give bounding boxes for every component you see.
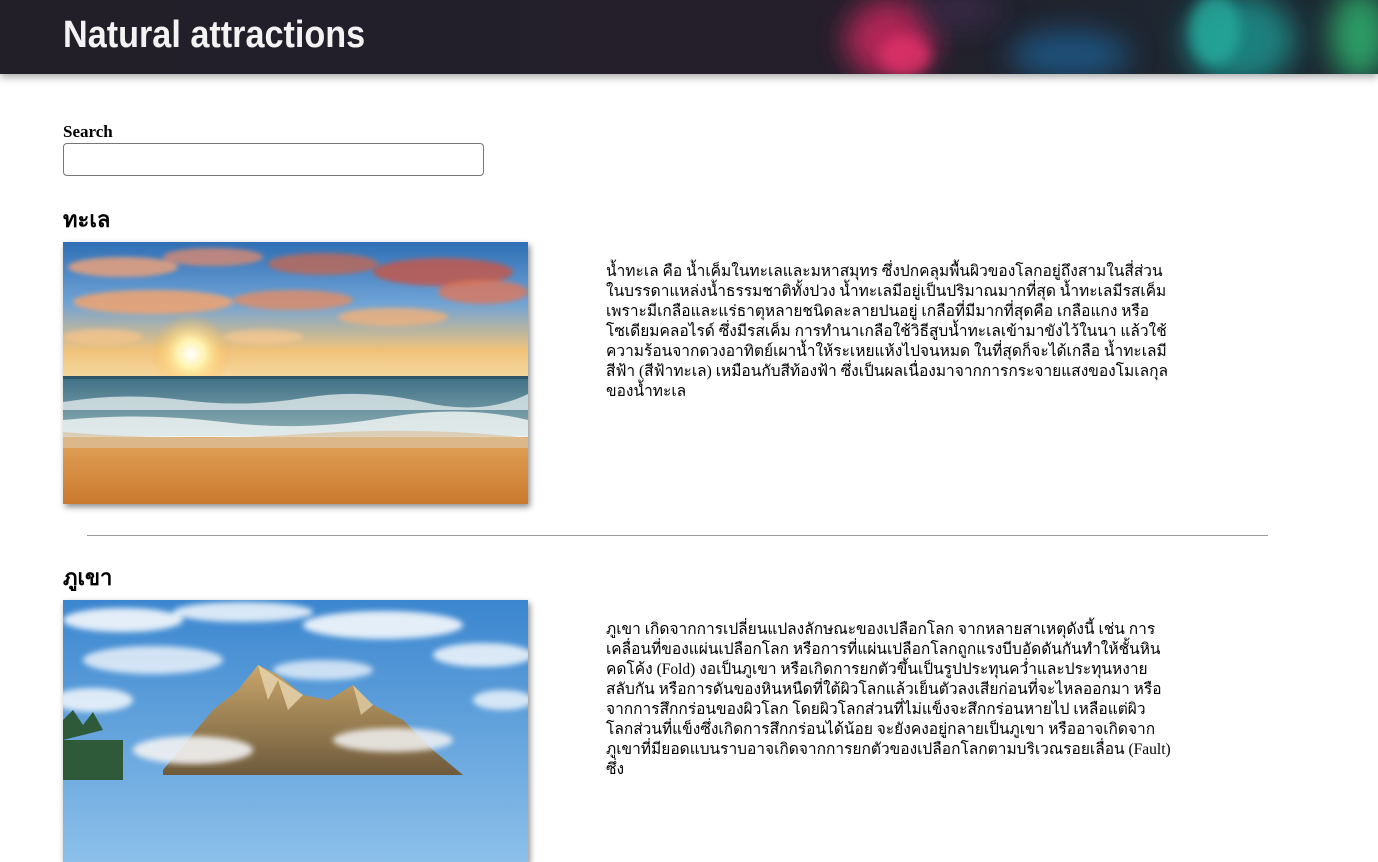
search-input[interactable] — [63, 143, 484, 176]
mountain-photo — [63, 600, 528, 862]
section-divider — [87, 535, 1268, 536]
attraction-description: น้ำทะเล คือ น้ำเค็มในทะเลและมหาสมุทร ซึ่… — [606, 263, 1168, 400]
attraction-card-mountain: ภูเขา ภูเขา เกิดจากการเปลี่ยนแปลงลักษณะข… — [63, 564, 1173, 862]
page-title: Natural attractions — [63, 14, 366, 56]
sea-photo — [63, 242, 528, 504]
attraction-description: ภูเขา เกิดจากการเปลี่ยนแปลงลักษณะของเปลื… — [606, 621, 1171, 778]
search-section: Search — [63, 122, 484, 176]
attraction-card-sea: ทะเล น้ำทะเล คือ น้ำเค็มในทะเลและมหาสมุท… — [63, 206, 1173, 516]
search-label: Search — [63, 122, 113, 141]
attraction-title: ภูเขา — [63, 566, 113, 591]
attraction-title: ทะเล — [63, 208, 111, 233]
page-header: Natural attractions — [0, 0, 1378, 74]
